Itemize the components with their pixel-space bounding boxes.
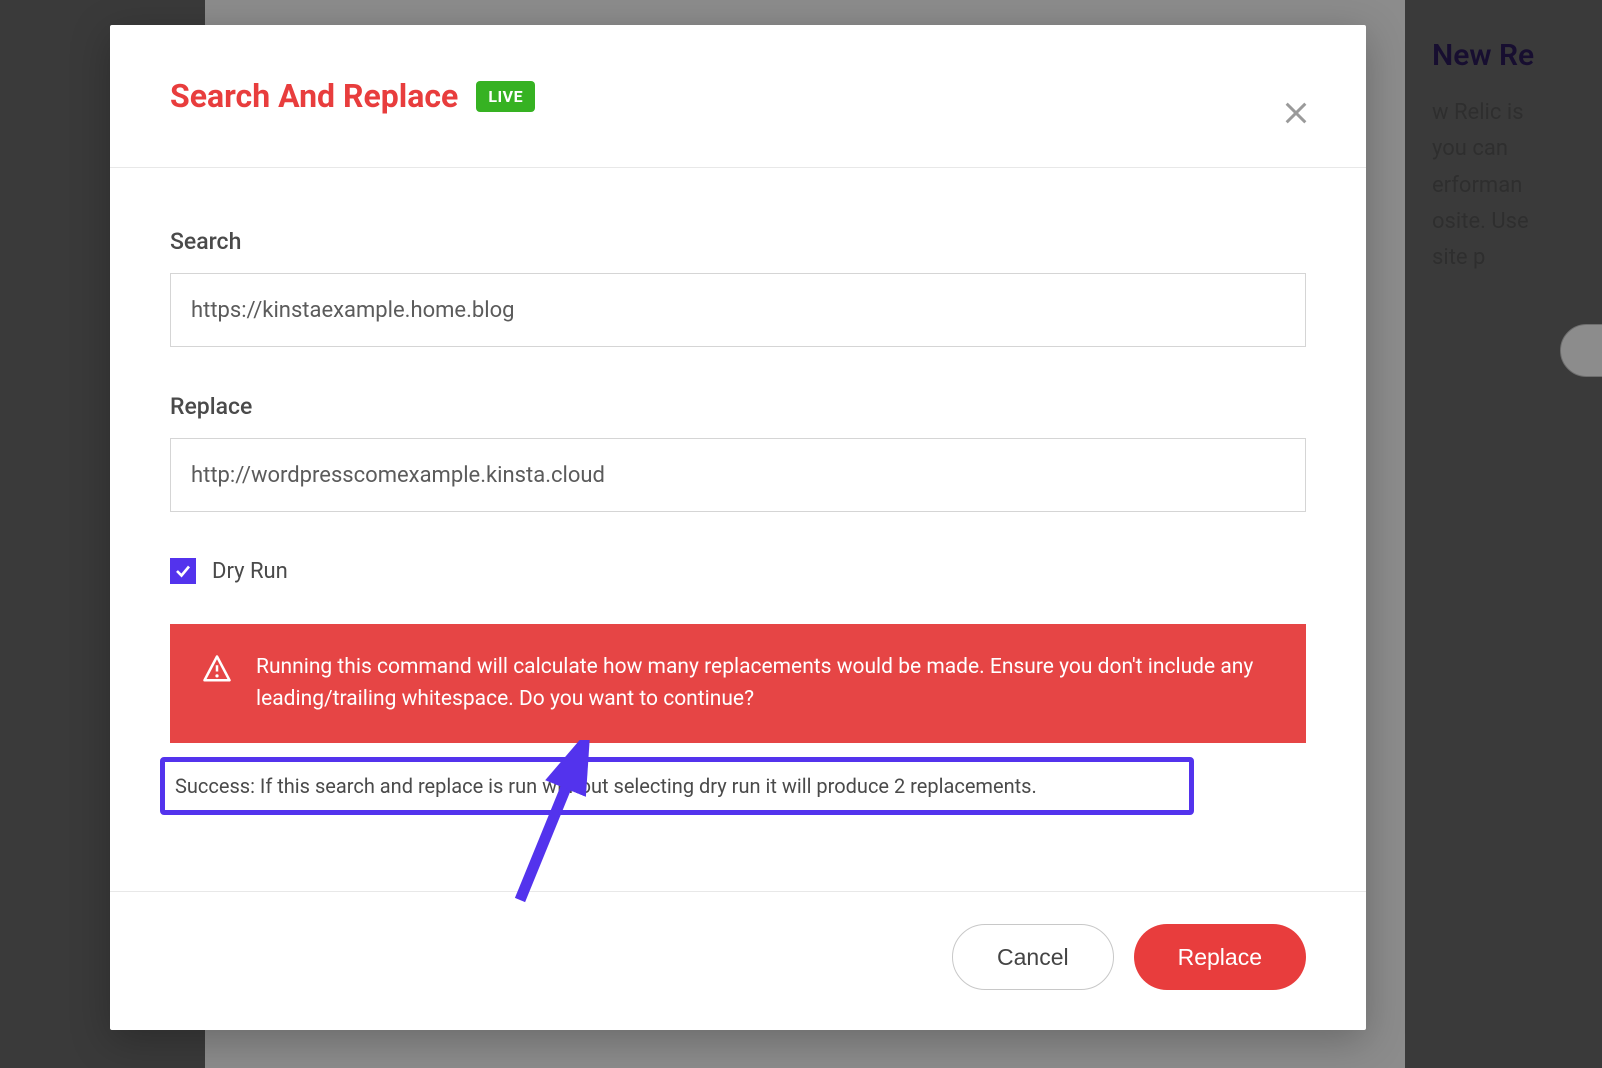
warning-text: Running this command will calculate how … xyxy=(256,652,1274,715)
dry-run-label: Dry Run xyxy=(212,559,288,584)
success-text: Success: If this search and replace is r… xyxy=(175,774,1037,798)
warning-alert: Running this command will calculate how … xyxy=(170,624,1306,743)
live-badge: LIVE xyxy=(476,81,535,112)
success-message-highlight: Success: If this search and replace is r… xyxy=(160,757,1194,815)
close-button[interactable] xyxy=(1282,99,1310,127)
dry-run-checkbox[interactable] xyxy=(170,558,196,584)
dry-run-row: Dry Run xyxy=(170,558,1306,584)
search-input[interactable] xyxy=(170,273,1306,347)
modal-body: Search Replace Dry Run Running this comm… xyxy=(110,168,1366,835)
replace-button[interactable]: Replace xyxy=(1134,924,1306,990)
checkmark-icon xyxy=(174,562,192,580)
modal-title: Search And Replace xyxy=(170,77,458,115)
replace-input[interactable] xyxy=(170,438,1306,512)
close-icon xyxy=(1282,99,1310,127)
search-replace-modal: Search And Replace LIVE Search Replace D… xyxy=(110,25,1366,1030)
cancel-button[interactable]: Cancel xyxy=(952,924,1114,990)
modal-header: Search And Replace LIVE xyxy=(110,25,1366,168)
modal-footer: Cancel Replace xyxy=(110,891,1366,1030)
warning-triangle-icon xyxy=(202,654,232,684)
replace-label: Replace xyxy=(170,393,1306,420)
search-label: Search xyxy=(170,228,1306,255)
